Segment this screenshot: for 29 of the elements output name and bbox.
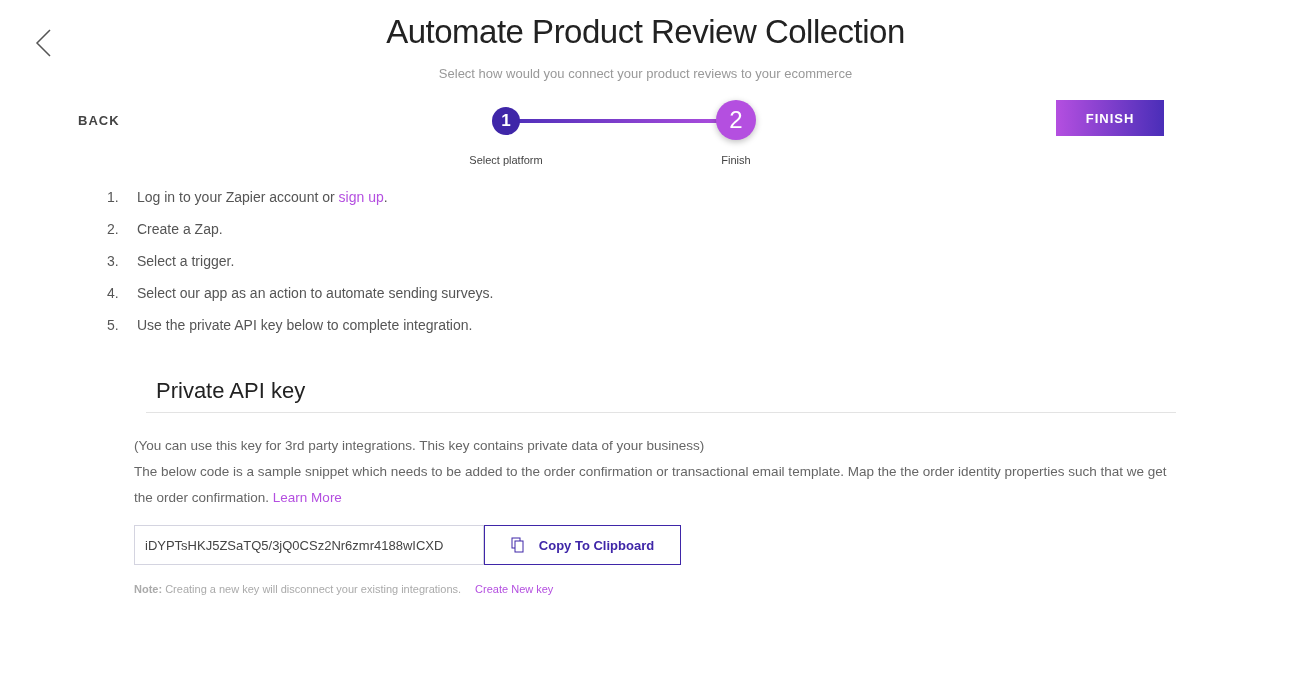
instruction-text: Log in to your Zapier account or sign up. [137,188,388,206]
list-number: 2. [107,220,120,238]
list-number: 1. [107,188,120,206]
key-description: (You can use this key for 3rd party integrations. This key contains private data of your business) [134,437,706,455]
list-number: 5. [107,316,120,334]
list-number: 4. [107,284,120,302]
learn-more-link[interactable]: Learn More [272,490,342,505]
copy-icon [510,537,525,553]
note-text: Note: Creating a new key will disconnect your existing integrations. [134,583,462,595]
copy-button[interactable]: Copy To Clipboard [484,525,681,565]
create-key-link[interactable]: Create New key [475,583,554,595]
back-chevron-icon[interactable] [34,28,52,58]
step-label: Select platform [469,154,543,166]
finish-button[interactable]: FINISH [1056,100,1164,136]
list-number: 3. [107,252,120,270]
page-title: Automate Product Review Collection [386,12,905,52]
snippet-description: The below code is a sample snippet which needs to be added to the order confirmation or transactional email template. Map the the order identity properties such that we get the order confirmation. Learn More [134,463,1168,507]
step-circle: 2 [716,100,756,140]
instruction-text: Use the private API key below to complete integration. [137,316,473,334]
section-heading: Private API key [146,378,1176,413]
instruction-text: Create a Zap. [137,220,223,238]
api-key-field[interactable]: iDYPTsHKJ5ZSaTQ5/3jQ0CSz2Nr6zmr4188wICXD [134,525,484,565]
step-label: Finish [721,154,751,166]
instruction-text: Select a trigger. [137,252,235,270]
back-button[interactable]: BACK [78,113,120,128]
step-circle: 1 [492,107,520,135]
page-subtitle: Select how would you connect your product reviews to your ecommerce [438,66,853,81]
instruction-text: Select our app as an action to automate sending surveys. [137,284,494,302]
sign-up-link[interactable]: sign up [338,189,384,205]
